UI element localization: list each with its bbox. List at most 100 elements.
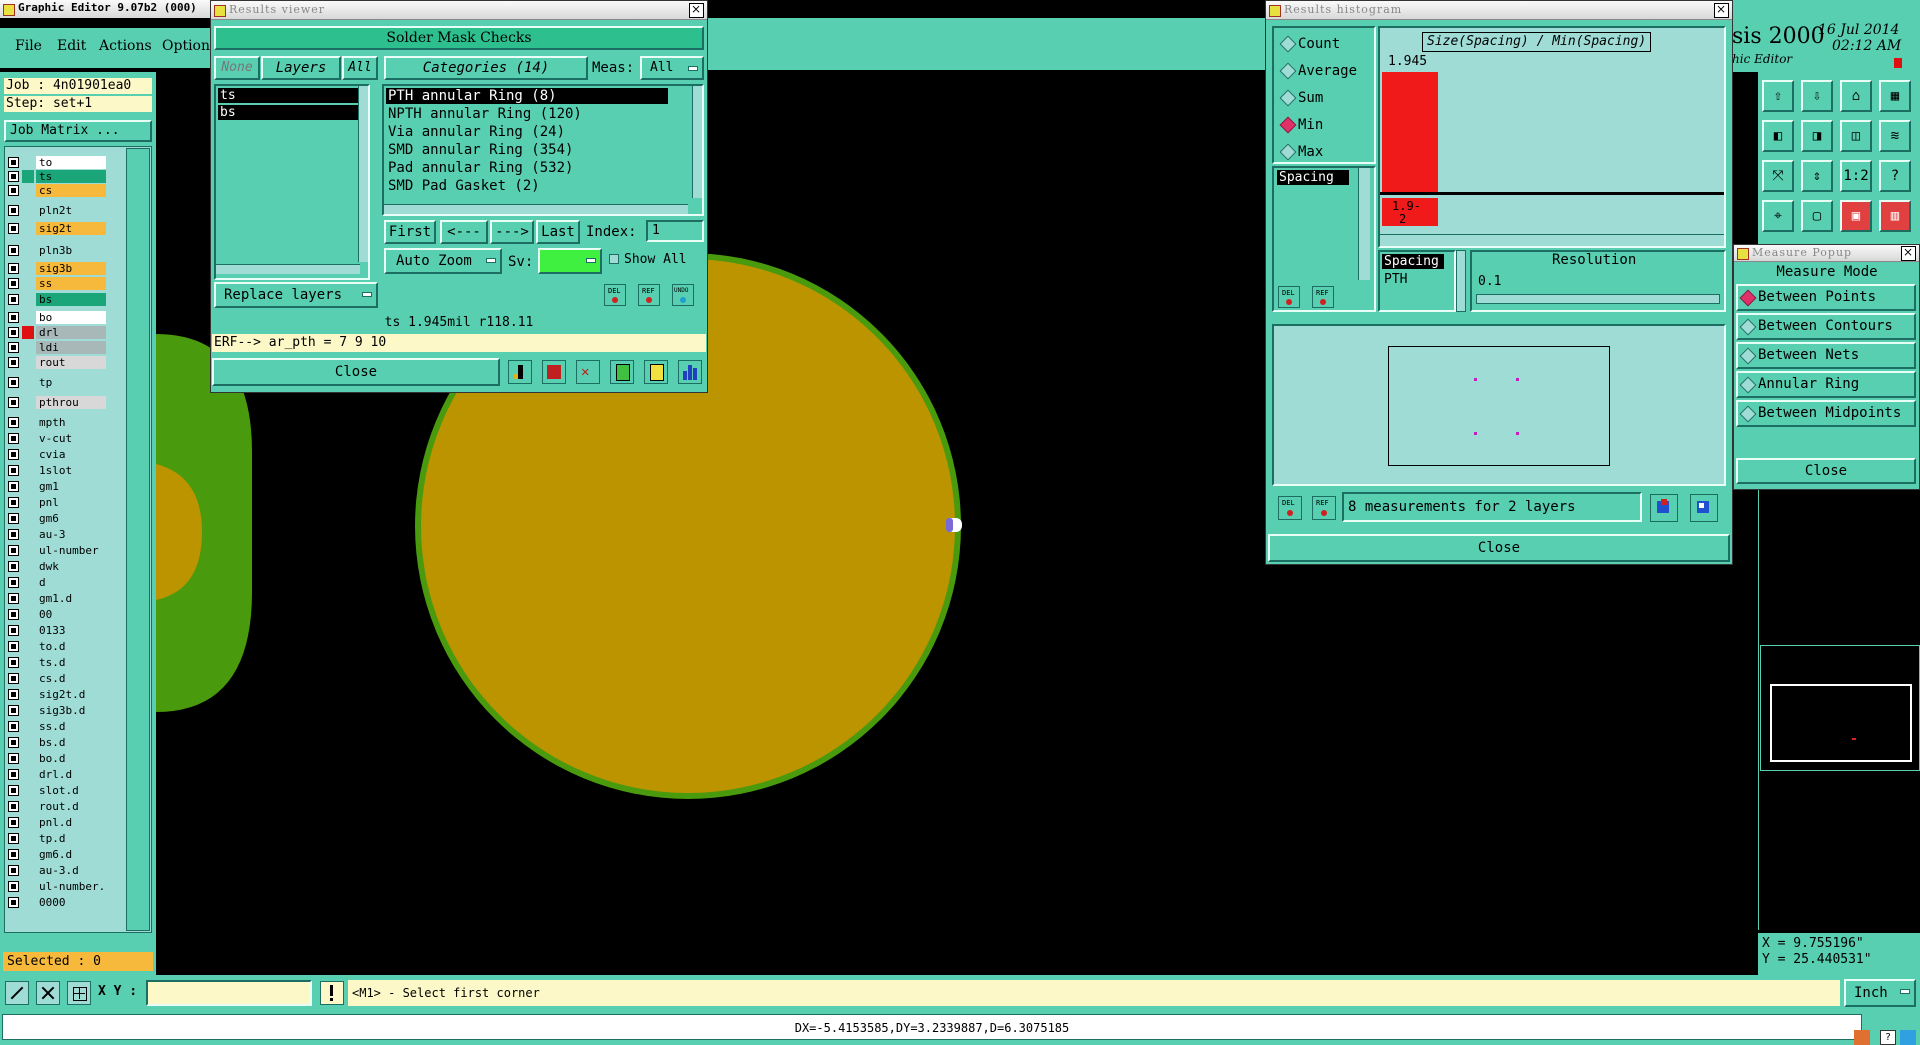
measure-mode-radio[interactable] bbox=[1739, 347, 1757, 365]
layer-checkbox[interactable] bbox=[8, 721, 19, 732]
last-button[interactable]: Last bbox=[536, 220, 580, 244]
grid-view-icon[interactable]: ▦ bbox=[1879, 80, 1911, 112]
layer-name[interactable]: to bbox=[36, 156, 106, 169]
layer-checkbox[interactable] bbox=[8, 849, 19, 860]
layer-row[interactable]: 00 bbox=[6, 608, 106, 621]
menu-actions[interactable]: Actions bbox=[99, 38, 152, 54]
layer-row[interactable]: to bbox=[6, 156, 106, 169]
layer-name[interactable]: 0000 bbox=[36, 896, 106, 909]
layer-row[interactable]: sig3b bbox=[6, 262, 106, 275]
layer-row[interactable]: gm6.d bbox=[6, 848, 106, 861]
layer-checkbox[interactable] bbox=[8, 357, 19, 368]
layer-state-swatch[interactable] bbox=[22, 496, 34, 509]
layer-state-swatch[interactable] bbox=[22, 560, 34, 573]
layer-row[interactable]: ss.d bbox=[6, 720, 106, 733]
layer-row[interactable]: tp bbox=[6, 376, 106, 389]
layer-state-swatch[interactable] bbox=[22, 672, 34, 685]
layer-row[interactable]: gm1.d bbox=[6, 592, 106, 605]
layer-name[interactable]: ss bbox=[36, 277, 106, 290]
spacing-list-item[interactable]: Spacing bbox=[1382, 254, 1444, 269]
layer-row[interactable]: bs bbox=[6, 293, 106, 306]
meas-dropdown[interactable]: All bbox=[640, 56, 704, 80]
layer-name[interactable]: rout.d bbox=[36, 800, 106, 813]
close-icon[interactable]: × bbox=[1901, 246, 1916, 261]
layer-state-swatch[interactable] bbox=[22, 704, 34, 717]
layer-state-swatch[interactable] bbox=[22, 244, 34, 257]
layer-state-swatch[interactable] bbox=[22, 170, 34, 183]
category-item[interactable]: Pad annular Ring (532) bbox=[386, 160, 668, 176]
layer-name[interactable]: ul-number bbox=[36, 544, 106, 557]
layer-name[interactable]: gm1.d bbox=[36, 592, 106, 605]
layer-row[interactable]: cvia bbox=[6, 448, 106, 461]
layer-row[interactable]: mpth bbox=[6, 416, 106, 429]
layer-row[interactable]: sig2t.d bbox=[6, 688, 106, 701]
notes-icon[interactable] bbox=[644, 360, 668, 384]
layer-checkbox[interactable] bbox=[8, 245, 19, 256]
menu-options[interactable]: Options bbox=[162, 38, 217, 54]
layer-row[interactable]: pln2t bbox=[6, 204, 106, 217]
layer-name[interactable]: drl.d bbox=[36, 768, 106, 781]
results-viewer-close-button[interactable]: Close bbox=[212, 358, 500, 386]
histogram-icon[interactable] bbox=[678, 360, 702, 384]
layers-stack-icon[interactable]: ≋ bbox=[1879, 120, 1911, 152]
zoom-down-icon[interactable]: ⇩ bbox=[1801, 80, 1833, 112]
help-icon[interactable]: ? bbox=[1880, 1030, 1896, 1045]
layer-row[interactable]: 0133 bbox=[6, 624, 106, 637]
layer-name[interactable]: sig2t.d bbox=[36, 688, 106, 701]
units-dropdown[interactable]: Inch bbox=[1844, 979, 1916, 1007]
cross-snap-icon[interactable] bbox=[36, 981, 60, 1005]
layer-row[interactable]: v-cut bbox=[6, 432, 106, 445]
report-icon[interactable] bbox=[610, 360, 634, 384]
preview-ref-icon[interactable]: REF bbox=[1312, 496, 1336, 520]
zoom-vertical-icon[interactable]: ⇕ bbox=[1801, 160, 1833, 192]
layer-checkbox[interactable] bbox=[8, 223, 19, 234]
layers-button[interactable]: Layers bbox=[261, 56, 341, 80]
layer-checkbox[interactable] bbox=[8, 769, 19, 780]
layer-row[interactable]: cs bbox=[6, 184, 106, 197]
layer-name[interactable]: pnl.d bbox=[36, 816, 106, 829]
layer-name[interactable]: au-3.d bbox=[36, 864, 106, 877]
layer-state-swatch[interactable] bbox=[22, 768, 34, 781]
layer-row[interactable]: pln3b bbox=[6, 244, 106, 257]
layer-checkbox[interactable] bbox=[8, 377, 19, 388]
layer-checkbox[interactable] bbox=[8, 278, 19, 289]
layer-checkbox[interactable] bbox=[8, 449, 19, 460]
pan-left-icon[interactable]: ◧ bbox=[1762, 120, 1794, 152]
layer-state-swatch[interactable] bbox=[22, 448, 34, 461]
layer-state-swatch[interactable] bbox=[22, 592, 34, 605]
layer-name[interactable]: au-3 bbox=[36, 528, 106, 541]
layer-name[interactable]: tp.d bbox=[36, 832, 106, 845]
layer-checkbox[interactable] bbox=[8, 625, 19, 636]
layer-name[interactable]: tp bbox=[36, 376, 106, 389]
histogram-ref-icon[interactable]: REF bbox=[1312, 286, 1334, 308]
grid-icon[interactable] bbox=[67, 981, 91, 1005]
layer-row[interactable]: drl bbox=[6, 326, 106, 339]
layer-state-swatch[interactable] bbox=[22, 576, 34, 589]
layer-row[interactable]: tp.d bbox=[6, 832, 106, 845]
layer-state-swatch[interactable] bbox=[22, 848, 34, 861]
layer-state-swatch[interactable] bbox=[22, 341, 34, 354]
categories-button[interactable]: Categories (14) bbox=[384, 56, 588, 80]
layer-checkbox[interactable] bbox=[8, 817, 19, 828]
layer-state-swatch[interactable] bbox=[22, 277, 34, 290]
histogram-bar[interactable] bbox=[1382, 72, 1438, 192]
measure-mode-option[interactable]: Between Contours bbox=[1736, 313, 1916, 340]
layer-row[interactable]: rout.d bbox=[6, 800, 106, 813]
layer-row[interactable]: 0000 bbox=[6, 896, 106, 909]
layer-row[interactable]: 1slot bbox=[6, 464, 106, 477]
layer-state-swatch[interactable] bbox=[22, 480, 34, 493]
scale-icon[interactable]: 1:2 bbox=[1840, 160, 1872, 192]
measure-close-button[interactable]: Close bbox=[1736, 458, 1916, 484]
layer-name[interactable]: gm1 bbox=[36, 480, 106, 493]
layer-name[interactable]: cvia bbox=[36, 448, 106, 461]
layer-checkbox[interactable] bbox=[8, 785, 19, 796]
tray-icon-1[interactable] bbox=[1854, 1030, 1870, 1045]
menu-edit[interactable]: Edit bbox=[57, 38, 86, 54]
undo-icon[interactable]: UNDO bbox=[672, 284, 694, 306]
layer-checkbox[interactable] bbox=[8, 881, 19, 892]
layer-state-swatch[interactable] bbox=[22, 720, 34, 733]
chart-icon-1[interactable] bbox=[508, 360, 532, 384]
layer-name[interactable]: v-cut bbox=[36, 432, 106, 445]
job-matrix-button[interactable]: Job Matrix ... bbox=[4, 120, 152, 142]
layer-row[interactable]: au-3.d bbox=[6, 864, 106, 877]
